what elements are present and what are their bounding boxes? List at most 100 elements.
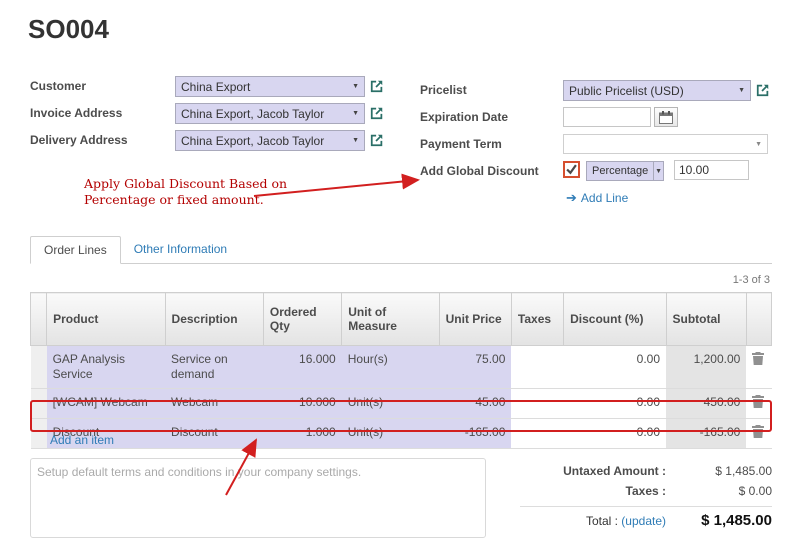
pricelist-value: Public Pricelist (USD) <box>569 84 684 98</box>
cell-uom[interactable]: Unit(s) <box>342 419 439 449</box>
trash-icon[interactable] <box>752 425 764 442</box>
payment-term-select[interactable]: ▼ <box>563 134 768 154</box>
untaxed-amount-value: $ 1,485.00 <box>680 461 772 481</box>
tab-order-lines[interactable]: Order Lines <box>30 236 121 264</box>
header-description: Description <box>165 293 263 346</box>
add-line-link[interactable]: ➔ Add Line <box>566 190 628 206</box>
cell-delete <box>746 419 771 449</box>
cell-uom[interactable]: Unit(s) <box>342 389 439 419</box>
trash-icon[interactable] <box>752 352 764 369</box>
header-unit-of-measure: Unit of Measure <box>342 293 439 346</box>
row-handle <box>31 389 47 419</box>
cell-description[interactable]: Service on demand <box>165 346 263 389</box>
cell-discount[interactable]: 0.00 <box>564 419 666 449</box>
delivery-address-field[interactable]: China Export, Jacob Taylor ▼ <box>175 130 365 151</box>
cell-discount[interactable]: 0.00 <box>564 389 666 419</box>
invoice-address-field[interactable]: China Export, Jacob Taylor ▼ <box>175 103 365 124</box>
untaxed-amount-row: Untaxed Amount : $ 1,485.00 <box>520 461 772 481</box>
discount-amount-input[interactable] <box>674 160 749 180</box>
invoice-address-label: Invoice Address <box>30 106 122 120</box>
cell-product[interactable]: GAP Analysis Service <box>47 346 165 389</box>
taxes-value: $ 0.00 <box>680 481 772 501</box>
order-lines-table: Product Description Ordered Qty Unit of … <box>30 292 772 449</box>
cell-discount[interactable]: 0.00 <box>564 346 666 389</box>
chevron-down-icon: ▼ <box>348 110 359 117</box>
add-an-item-link[interactable]: Add an item <box>30 433 114 447</box>
header-discount: Discount (%) <box>564 293 666 346</box>
chevron-down-icon: ▼ <box>734 87 745 94</box>
cell-description[interactable]: Discount <box>165 419 263 449</box>
annotation-note-line1: Apply Global Discount Based on <box>84 176 294 192</box>
delivery-address-value: China Export, Jacob Taylor <box>181 134 324 148</box>
update-total-link[interactable]: (update) <box>621 514 666 528</box>
cell-product[interactable]: [WCAM] Webcam <box>47 389 165 419</box>
customer-label: Customer <box>30 79 86 93</box>
expiration-date-input[interactable] <box>563 107 651 127</box>
totals-summary: Untaxed Amount : $ 1,485.00 Taxes : $ 0.… <box>520 461 772 531</box>
cell-subtotal: 450.00 <box>666 389 746 419</box>
cell-qty[interactable]: 1.000 <box>263 419 341 449</box>
header-delete <box>746 293 771 346</box>
payment-term-label: Payment Term <box>420 137 502 151</box>
pricelist-field[interactable]: Public Pricelist (USD) ▼ <box>563 80 751 101</box>
cell-price[interactable]: 75.00 <box>439 346 511 389</box>
row-handle <box>31 346 47 389</box>
header-subtotal: Subtotal <box>666 293 746 346</box>
table-header-row: Product Description Ordered Qty Unit of … <box>31 293 772 346</box>
customer-field[interactable]: China Export ▼ <box>175 76 365 97</box>
calendar-icon <box>659 111 673 124</box>
order-line-row: [WCAM] Webcam Webcam 10.000 Unit(s) 45.0… <box>31 389 772 419</box>
pricelist-label: Pricelist <box>420 83 467 97</box>
add-line-label: Add Line <box>581 191 628 205</box>
global-discount-label: Add Global Discount <box>420 164 539 178</box>
pricelist-external-link-icon[interactable] <box>756 83 770 97</box>
cell-price[interactable]: 45.00 <box>439 389 511 419</box>
cell-price[interactable]: -165.00 <box>439 419 511 449</box>
terms-and-conditions-textarea[interactable] <box>30 458 486 538</box>
chevron-down-icon: ▼ <box>348 83 359 90</box>
annotation-global-discount-note: Apply Global Discount Based on Percentag… <box>84 176 294 209</box>
header-product: Product <box>47 293 165 346</box>
taxes-label: Taxes : <box>520 481 680 501</box>
customer-external-link-icon[interactable] <box>370 79 384 93</box>
cell-qty[interactable]: 10.000 <box>263 389 341 419</box>
cell-description[interactable]: Webcam <box>165 389 263 419</box>
cell-subtotal: -165.00 <box>666 419 746 449</box>
delivery-address-label: Delivery Address <box>30 133 128 147</box>
cell-uom[interactable]: Hour(s) <box>342 346 439 389</box>
chevron-down-icon: ▼ <box>348 137 359 144</box>
chevron-down-icon: ▼ <box>755 141 762 148</box>
invoice-address-value: China Export, Jacob Taylor <box>181 107 324 121</box>
cell-taxes[interactable] <box>511 389 563 419</box>
calendar-button[interactable] <box>654 107 678 127</box>
untaxed-amount-label: Untaxed Amount : <box>520 461 680 481</box>
cell-subtotal: 1,200.00 <box>666 346 746 389</box>
cell-delete <box>746 346 771 389</box>
total-label: Total : <box>586 514 618 528</box>
annotation-note-line2: Percentage or fixed amount. <box>84 192 294 208</box>
expiration-date-label: Expiration Date <box>420 110 508 124</box>
chevron-down-icon: ▼ <box>653 162 663 180</box>
discount-type-select[interactable]: Percentage ▼ <box>586 161 664 181</box>
customer-value: China Export <box>181 80 250 94</box>
cell-taxes[interactable] <box>511 419 563 449</box>
order-line-row-discount: Discount Discount 1.000 Unit(s) -165.00 … <box>31 419 772 449</box>
header-taxes: Taxes <box>511 293 563 346</box>
cell-qty[interactable]: 16.000 <box>263 346 341 389</box>
notebook-tabs: Order Lines Other Information <box>30 236 772 264</box>
add-line-arrow-icon: ➔ <box>566 190 577 206</box>
cell-delete <box>746 389 771 419</box>
trash-icon[interactable] <box>752 395 764 412</box>
tab-other-information[interactable]: Other Information <box>121 236 240 264</box>
cell-taxes[interactable] <box>511 346 563 389</box>
header-handle <box>31 293 47 346</box>
pager: 1-3 of 3 <box>733 274 770 286</box>
discount-type-value: Percentage <box>587 165 653 177</box>
invoice-address-external-link-icon[interactable] <box>370 106 384 120</box>
global-discount-checkbox[interactable] <box>563 161 580 178</box>
total-row: Total : (update) $ 1,485.00 <box>520 511 772 531</box>
total-value: $ 1,485.00 <box>680 511 772 531</box>
totals-divider <box>520 506 772 507</box>
delivery-address-external-link-icon[interactable] <box>370 133 384 147</box>
check-icon <box>566 164 577 175</box>
